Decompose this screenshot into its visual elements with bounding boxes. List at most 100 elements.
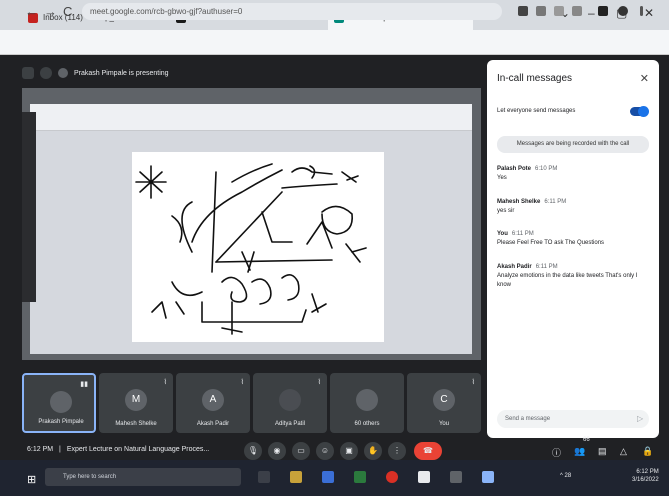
message-text: Yes: [497, 175, 507, 181]
clock-time: 6:12 PM: [636, 469, 659, 475]
address-bar-row: [0, 30, 669, 55]
chat-icon[interactable]: ▤: [598, 446, 607, 457]
lock-icon[interactable]: 🔒: [642, 446, 653, 457]
forward-button[interactable]: →: [44, 4, 57, 19]
minimize-button[interactable]: –: [588, 6, 595, 20]
meeting-time: 6:12 PM: [27, 446, 54, 453]
app-icon[interactable]: [482, 471, 494, 483]
chat-panel: In-call messages ✕ Let everyone send mes…: [487, 60, 659, 438]
avatar: [356, 389, 378, 411]
send-message-input[interactable]: Send a message: [497, 410, 649, 428]
chat-message: Mahesh Shelke 6:11 PM yes sir: [497, 198, 647, 216]
windows-start-icon[interactable]: ⊞: [27, 473, 36, 486]
message-text: Analyze emotions in the data like tweets…: [497, 273, 638, 288]
camera-button[interactable]: ◉: [268, 442, 286, 460]
participant-tile[interactable]: ▮▮ Prakash Pimpale: [22, 373, 96, 433]
recording-note: Messages are being recorded with the cal…: [497, 136, 649, 153]
profile-avatar[interactable]: [618, 6, 628, 16]
speaking-icon: ▮▮: [80, 381, 88, 388]
bookmark-star-icon[interactable]: [572, 6, 582, 16]
close-window-button[interactable]: ✕: [644, 6, 654, 20]
task-view-icon[interactable]: [258, 471, 270, 483]
clock-date: 3/16/2022: [632, 477, 659, 483]
taskbar-clock[interactable]: 6:12 PM 3/16/2022: [632, 468, 659, 484]
participant-name: Aditya Patil: [274, 421, 305, 427]
message-time: 6:11 PM: [544, 199, 567, 205]
taskbar-search-input[interactable]: Type here to search: [45, 468, 241, 486]
send-messages-toggle[interactable]: [630, 106, 649, 117]
message-text: yes sir: [497, 208, 515, 214]
chrome-icon[interactable]: [386, 471, 398, 483]
mic-button[interactable]: 🎙: [244, 442, 262, 460]
captions-button[interactable]: ▭: [292, 442, 310, 460]
meeting-title: Expert Lecture on Natural Language Proce…: [66, 446, 210, 453]
end-call-button[interactable]: ☎: [414, 442, 442, 460]
participant-name: Akash Padir: [196, 421, 230, 427]
participant-name: Mahesh Shelke: [115, 421, 157, 427]
share-icon[interactable]: [554, 6, 564, 16]
toggle-label: Let everyone send messages: [497, 108, 576, 114]
chat-panel-title: In-call messages: [497, 73, 573, 84]
message-time: 6:10 PM: [535, 166, 558, 172]
participants-count-badge: 66: [583, 437, 590, 443]
url-field[interactable]: meet.google.com/rcb-gbwo-gjf?authuser=0: [82, 3, 502, 20]
meeting-info: 6:12 PM | Expert Lecture on Natural Lang…: [27, 446, 210, 453]
mic-off-icon: ⌇: [163, 379, 167, 386]
chat-message: Palash Pote 6:10 PM Yes: [497, 165, 647, 183]
presenter-avatar: [58, 68, 68, 78]
pin-icon[interactable]: [40, 67, 52, 79]
close-icon[interactable]: ✕: [640, 72, 649, 85]
info-icon[interactable]: ⓘ: [552, 446, 561, 459]
file-explorer-icon[interactable]: [290, 471, 302, 483]
chat-message: Akash Padir 6:11 PM Analyze emotions in t…: [497, 263, 647, 290]
shared-app-toolbar: [30, 104, 472, 131]
app-icon[interactable]: [354, 471, 366, 483]
presenter-label: Prakash Pimpale is presenting: [74, 69, 169, 77]
mic-off-icon: ⌇: [240, 379, 244, 386]
people-icon[interactable]: 👥: [574, 446, 585, 457]
avatar: A: [202, 389, 224, 411]
reaction-button[interactable]: ☺: [316, 442, 334, 460]
more-options-button[interactable]: ⋮: [388, 442, 406, 460]
avatar: C: [433, 389, 455, 411]
mic-off-icon: ⌇: [317, 379, 321, 386]
menu-kebab-icon[interactable]: [640, 6, 643, 16]
camera-icon[interactable]: [518, 6, 528, 16]
handwriting-sketch: [135, 163, 367, 335]
message-sender: Akash Padir: [497, 264, 532, 270]
mic-off-icon: ⌇: [471, 379, 475, 386]
extensions-icon[interactable]: [598, 6, 608, 16]
participant-tile[interactable]: C ⌇ You: [407, 373, 481, 433]
whiteboard-drawing: [132, 152, 384, 342]
app-icon[interactable]: [418, 471, 430, 483]
app-icon[interactable]: [322, 471, 334, 483]
layout-icon[interactable]: [22, 67, 34, 79]
participant-name: 60 others: [354, 421, 380, 427]
shared-app-left-toolbar: [22, 112, 36, 302]
chat-message: You 6:11 PM Please Feel Free TO ask The Q…: [497, 230, 647, 248]
present-button[interactable]: ▣: [340, 442, 358, 460]
system-tray[interactable]: ^ 28: [560, 473, 571, 479]
participant-tile[interactable]: A ⌇ Akash Padir: [176, 373, 250, 433]
back-button[interactable]: ←: [25, 4, 38, 19]
app-icon[interactable]: [450, 471, 462, 483]
participant-name: Prakash Pimpale: [38, 419, 84, 425]
presenter-bar: Prakash Pimpale is presenting: [22, 66, 169, 80]
avatar: [50, 391, 72, 413]
zoom-icon[interactable]: [536, 6, 546, 16]
participant-name: You: [438, 421, 450, 427]
raise-hand-button[interactable]: ✋: [364, 442, 382, 460]
activities-icon[interactable]: △: [620, 446, 627, 457]
participant-tile[interactable]: M ⌇ Mahesh Shelke: [99, 373, 173, 433]
participant-tile[interactable]: ⌇ Aditya Patil: [253, 373, 327, 433]
message-text: Please Feel Free TO ask The Questions: [497, 240, 605, 246]
send-icon[interactable]: ▷: [637, 414, 643, 423]
message-time: 6:11 PM: [535, 264, 558, 270]
avatar: M: [125, 389, 147, 411]
message-sender: You: [497, 231, 508, 237]
message-sender: Mahesh Shelke: [497, 199, 541, 205]
message-time: 6:11 PM: [511, 231, 534, 237]
participant-tile[interactable]: 60 others: [330, 373, 404, 433]
avatar: [279, 389, 301, 411]
reload-button[interactable]: C: [63, 4, 72, 19]
